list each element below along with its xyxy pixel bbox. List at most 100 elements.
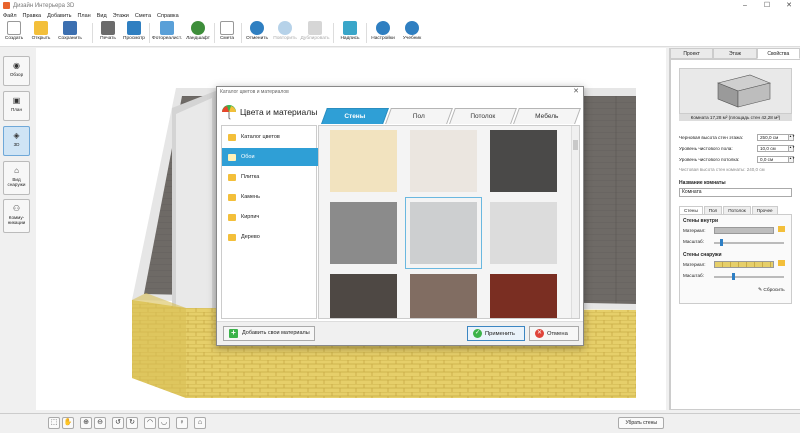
menu-estimate[interactable]: Смета [135,13,151,19]
material-target-tabs: Стены Пол Потолок Мебель [321,108,581,124]
folder-icon [34,21,48,35]
wall-height-input[interactable]: 250,0 см [757,133,789,141]
menu-view[interactable]: Вид [97,13,107,19]
material-swatch[interactable] [490,202,557,264]
category-wood[interactable]: Дерево [222,228,318,246]
folder-icon[interactable] [778,226,785,232]
open-button[interactable]: Открыть [29,20,53,47]
rotate-right-icon[interactable]: ↻ [126,417,138,429]
floor-level-spinner[interactable]: ▲▼ [789,144,795,152]
add-materials-button[interactable]: + Добавить свои материалы [223,326,315,341]
material-swatch[interactable] [410,274,477,318]
print-button[interactable]: Печать [96,20,120,47]
menu-help[interactable]: Справка [157,13,179,19]
check-icon: ✓ [473,329,482,338]
inner-scale-slider[interactable] [714,242,784,244]
nav-communications[interactable]: ⚇ Комму- никации [3,199,30,233]
ceiling-level-input[interactable]: 0,0 см [757,155,789,163]
create-button[interactable]: Создать [3,20,25,47]
zoom-out-icon[interactable]: ⊖ [94,417,106,429]
folder-icon[interactable] [778,260,785,266]
material-swatch[interactable] [490,274,557,318]
umbrella-icon [222,105,236,120]
preview-button[interactable]: Просмотр [122,20,146,47]
nav-plan[interactable]: ▣ План [3,91,30,121]
rotate-left-icon[interactable]: ↺ [112,417,124,429]
material-swatch[interactable] [330,274,397,318]
nav-outside[interactable]: ⌂ Вид снаружи [3,161,30,195]
tutorial-button[interactable]: Учебник [400,20,424,47]
home-icon[interactable]: ⌂ [194,417,206,429]
duplicate-button[interactable]: Дублировать [300,20,330,47]
remove-walls-button[interactable]: Убрать стены [618,417,664,429]
hand-icon[interactable]: ✋ [62,417,74,429]
inner-material-swatch[interactable] [714,227,774,234]
inner-scale-thumb[interactable] [720,239,723,246]
minimize-button[interactable]: – [734,0,756,11]
material-swatch[interactable] [405,197,482,269]
category-list: Каталог цветов Обои Плитка Камень Кирпич… [221,125,327,319]
tab-floor-materials[interactable]: Пол [385,108,453,124]
folder-icon [228,153,236,161]
cancel-button[interactable]: ✕ Отмена [529,326,579,341]
room-name-input[interactable]: Комната [679,188,792,197]
settings-button[interactable]: Настройки [369,20,397,47]
palette-icon [228,133,236,141]
eye-icon: ◉ [13,61,20,70]
cancel-icon: ✕ [535,329,544,338]
menu-add[interactable]: Добавить [47,13,71,19]
select-tool-icon[interactable]: ⬚ [48,417,60,429]
tilt-up-icon[interactable]: ◠ [144,417,156,429]
menu-plan[interactable]: План [77,13,90,19]
ceiling-level-row: Уровень чистового потолка: 0,0 см ▲▼ [679,155,795,163]
nav-overview[interactable]: ◉ Обзор [3,56,30,86]
category-stone[interactable]: Камень [222,188,318,206]
tab-ceiling-materials[interactable]: Потолок [449,108,517,124]
photoreal-button[interactable]: Фотореалист. [152,20,182,47]
landscape-button[interactable]: Ландшафт [185,20,211,47]
nav-3d[interactable]: ◈ 3D [3,126,30,156]
ceiling-level-spinner[interactable]: ▲▼ [789,155,795,163]
outer-material-swatch[interactable] [714,261,774,268]
labels-button[interactable]: Надпись [338,20,362,47]
material-swatch[interactable] [490,130,557,192]
dialog-close-icon[interactable]: ✕ [573,88,579,96]
outer-scale-slider[interactable] [714,276,784,278]
wall-height-spinner[interactable]: ▲▼ [789,133,795,141]
tab-floor[interactable]: Этаж [713,48,757,59]
maximize-button[interactable]: ☐ [756,0,778,11]
category-brick[interactable]: Кирпич [222,208,318,226]
material-swatch[interactable] [410,130,477,192]
save-button[interactable]: Сохранить [56,20,84,47]
tilt-down-icon[interactable]: ◡ [158,417,170,429]
lamp-icon[interactable]: ♀ [176,417,188,429]
tab-properties[interactable]: Свойства [756,48,800,59]
zoom-in-icon[interactable]: ⊕ [80,417,92,429]
category-tile[interactable]: Плитка [222,168,318,186]
grid-scrollbar[interactable] [571,126,579,318]
dialog-footer: + Добавить свои материалы ✓ Применить ✕ Отм… [217,321,583,345]
category-wallpaper[interactable]: Обои [222,148,327,166]
scale-label: Масштаб: [683,273,704,278]
scrollbar-thumb[interactable] [573,140,578,150]
menu-file[interactable]: Файл [3,13,17,19]
photo-icon [160,21,174,35]
menu-edit[interactable]: Правка [23,13,42,19]
redo-button[interactable]: Повторить [272,20,298,47]
apply-button[interactable]: ✓ Применить [467,326,525,341]
floor-level-input[interactable]: 10,0 см [757,144,789,152]
category-color-catalog[interactable]: Каталог цветов [222,128,318,146]
folder-icon [228,173,236,181]
menu-floors[interactable]: Этажи [113,13,129,19]
redo-icon [278,21,292,35]
estimate-button[interactable]: Смета [217,20,237,47]
reset-button[interactable]: ✎ Сбросить [758,288,785,293]
tab-walls-materials[interactable]: Стены [321,108,389,124]
undo-button[interactable]: Отменить [244,20,270,47]
close-button[interactable]: ✕ [778,0,800,11]
material-swatch[interactable] [330,130,397,192]
material-swatch[interactable] [330,202,397,264]
outer-scale-thumb[interactable] [732,273,735,280]
tab-project[interactable]: Проект [670,48,714,59]
tab-furniture-materials[interactable]: Мебель [513,108,581,124]
